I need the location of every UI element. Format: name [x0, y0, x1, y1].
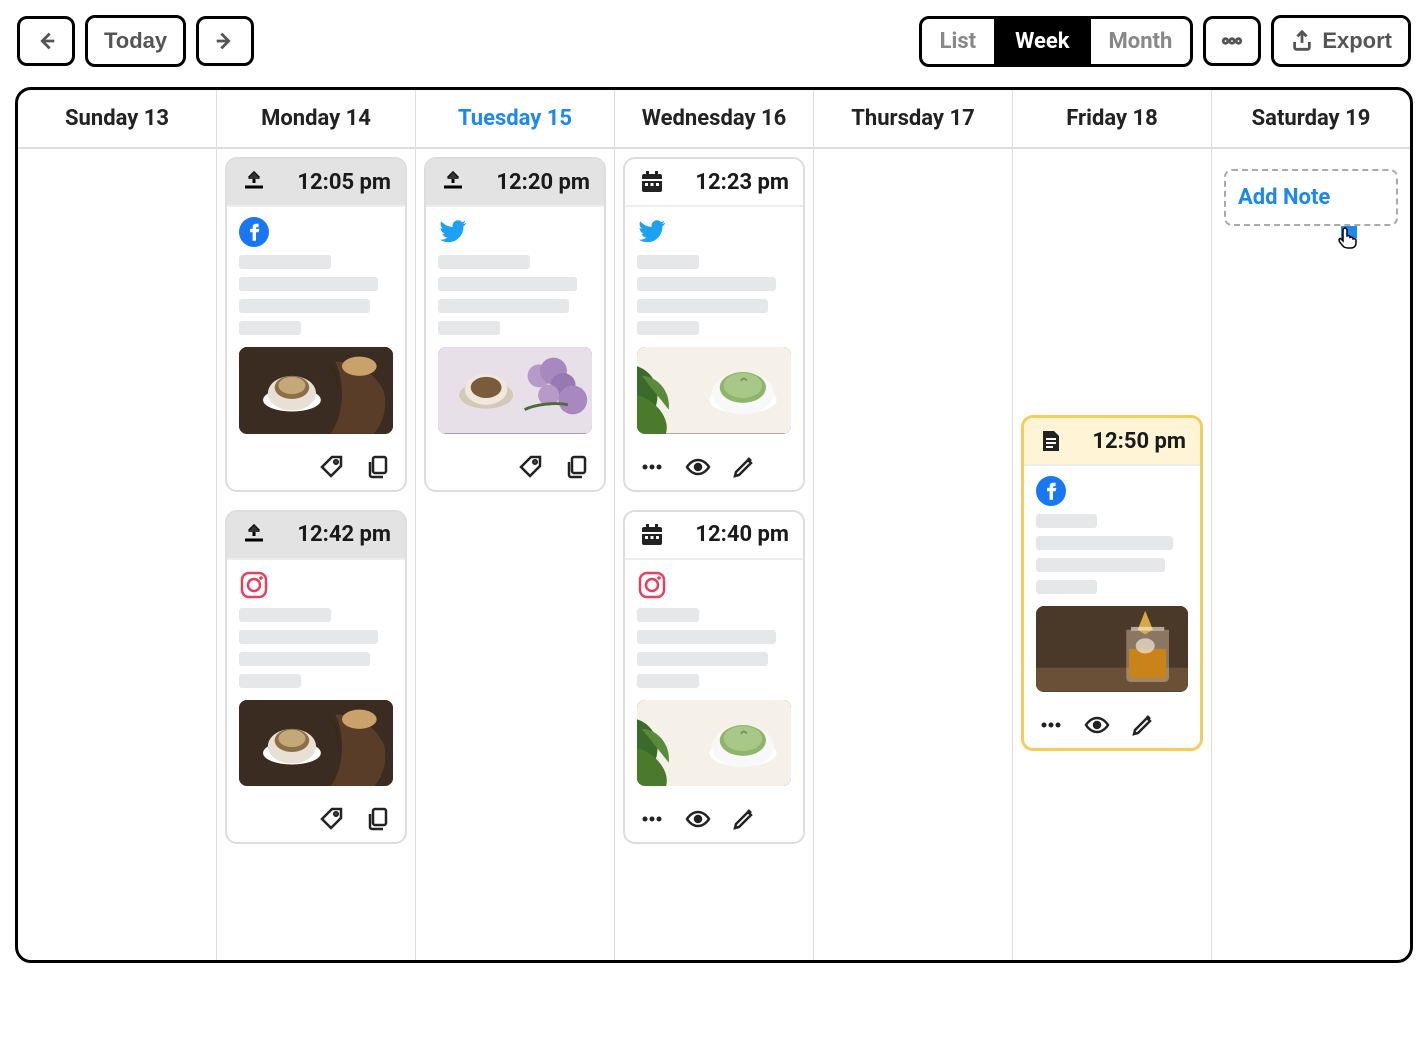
copy-icon[interactable] [365, 454, 391, 480]
post-time: 12:05 pm [277, 170, 391, 195]
more-menu-button[interactable] [1203, 16, 1261, 66]
day-header: Thursday 17 [814, 90, 1012, 149]
ellipsis-icon [1220, 29, 1244, 53]
view-list[interactable]: List [922, 19, 994, 64]
day-header: Tuesday 15 [416, 90, 614, 149]
view-icon[interactable] [685, 454, 711, 480]
view-icon[interactable] [685, 806, 711, 832]
view-switcher: List Week Month [919, 16, 1194, 67]
post-thumbnail [1036, 606, 1188, 692]
post-card-header: 12:42 pm [227, 512, 405, 560]
post-text-placeholder [637, 255, 791, 335]
post-time: 12:50 pm [1074, 429, 1186, 454]
pointer-cursor-icon [1334, 223, 1360, 249]
document-icon [1038, 428, 1064, 454]
more-icon[interactable] [1038, 712, 1064, 738]
view-month[interactable]: Month [1088, 19, 1191, 64]
twitter-icon [438, 217, 468, 247]
post-card[interactable]: 12:23 pm [623, 157, 805, 492]
day-col-saturday: Saturday 19 Add Note [1212, 90, 1410, 960]
upload-icon [440, 169, 466, 195]
post-text-placeholder [239, 255, 393, 335]
day-col-thursday: Thursday 17 [814, 90, 1013, 960]
post-text-placeholder [239, 608, 393, 688]
post-thumbnail [637, 347, 791, 434]
post-card-header: 12:23 pm [625, 159, 803, 207]
day-header: Monday 14 [217, 90, 415, 149]
post-text-placeholder [438, 255, 592, 335]
post-time: 12:23 pm [675, 170, 789, 195]
view-week[interactable]: Week [994, 19, 1087, 64]
edit-icon[interactable] [731, 454, 757, 480]
post-card[interactable]: 12:40 pm [623, 510, 805, 845]
post-time: 12:20 pm [476, 170, 590, 195]
facebook-icon [1036, 476, 1066, 506]
post-thumbnail [239, 347, 393, 434]
today-button[interactable]: Today [85, 15, 186, 67]
post-thumbnail [438, 347, 592, 434]
post-card[interactable]: 12:42 pm [225, 510, 407, 845]
post-thumbnail [239, 700, 393, 787]
post-text-placeholder [1036, 514, 1188, 594]
twitter-icon [637, 217, 667, 247]
day-header: Sunday 13 [18, 90, 216, 149]
day-header: Saturday 19 [1212, 90, 1410, 149]
next-button[interactable] [196, 16, 254, 66]
copy-icon[interactable] [365, 806, 391, 832]
post-card-header: 12:05 pm [227, 159, 405, 207]
post-time: 12:40 pm [675, 522, 789, 547]
post-card-header: 12:50 pm [1024, 418, 1200, 466]
day-col-friday: Friday 18 12:50 pm [1013, 90, 1212, 960]
add-note-label: Add Note [1238, 185, 1330, 210]
day-col-sunday: Sunday 13 [18, 90, 217, 960]
post-card[interactable]: 12:05 pm [225, 157, 407, 492]
day-col-tuesday: Tuesday 15 12:20 pm [416, 90, 615, 960]
day-header: Wednesday 16 [615, 90, 813, 149]
post-text-placeholder [637, 608, 791, 688]
arrow-right-icon [213, 29, 237, 53]
prev-button[interactable] [17, 16, 75, 66]
day-col-wednesday: Wednesday 16 12:23 pm [615, 90, 814, 960]
more-icon[interactable] [639, 454, 665, 480]
day-header: Friday 18 [1013, 90, 1211, 149]
export-label: Export [1322, 28, 1392, 54]
tag-icon[interactable] [319, 454, 345, 480]
edit-icon[interactable] [731, 806, 757, 832]
post-card-header: 12:40 pm [625, 512, 803, 560]
tag-icon[interactable] [319, 806, 345, 832]
day-col-monday: Monday 14 12:05 pm [217, 90, 416, 960]
copy-icon[interactable] [564, 454, 590, 480]
tag-icon[interactable] [518, 454, 544, 480]
upload-icon [241, 169, 267, 195]
edit-icon[interactable] [1130, 712, 1156, 738]
post-card[interactable]: 12:50 pm [1021, 415, 1203, 751]
arrow-left-icon [34, 29, 58, 53]
post-card[interactable]: 12:20 pm [424, 157, 606, 492]
add-note-button[interactable]: Add Note [1224, 169, 1398, 226]
instagram-icon [239, 570, 269, 600]
upload-icon [241, 522, 267, 548]
export-icon [1290, 29, 1314, 53]
facebook-icon [239, 217, 269, 247]
post-time: 12:42 pm [277, 522, 391, 547]
post-thumbnail [637, 700, 791, 787]
calendar-icon [639, 522, 665, 548]
post-card-header: 12:20 pm [426, 159, 604, 207]
calendar-week-grid: Sunday 13 Monday 14 12:05 pm [15, 87, 1413, 963]
calendar-icon [639, 169, 665, 195]
export-button[interactable]: Export [1271, 15, 1411, 67]
more-icon[interactable] [639, 806, 665, 832]
instagram-icon [637, 570, 667, 600]
view-icon[interactable] [1084, 712, 1110, 738]
